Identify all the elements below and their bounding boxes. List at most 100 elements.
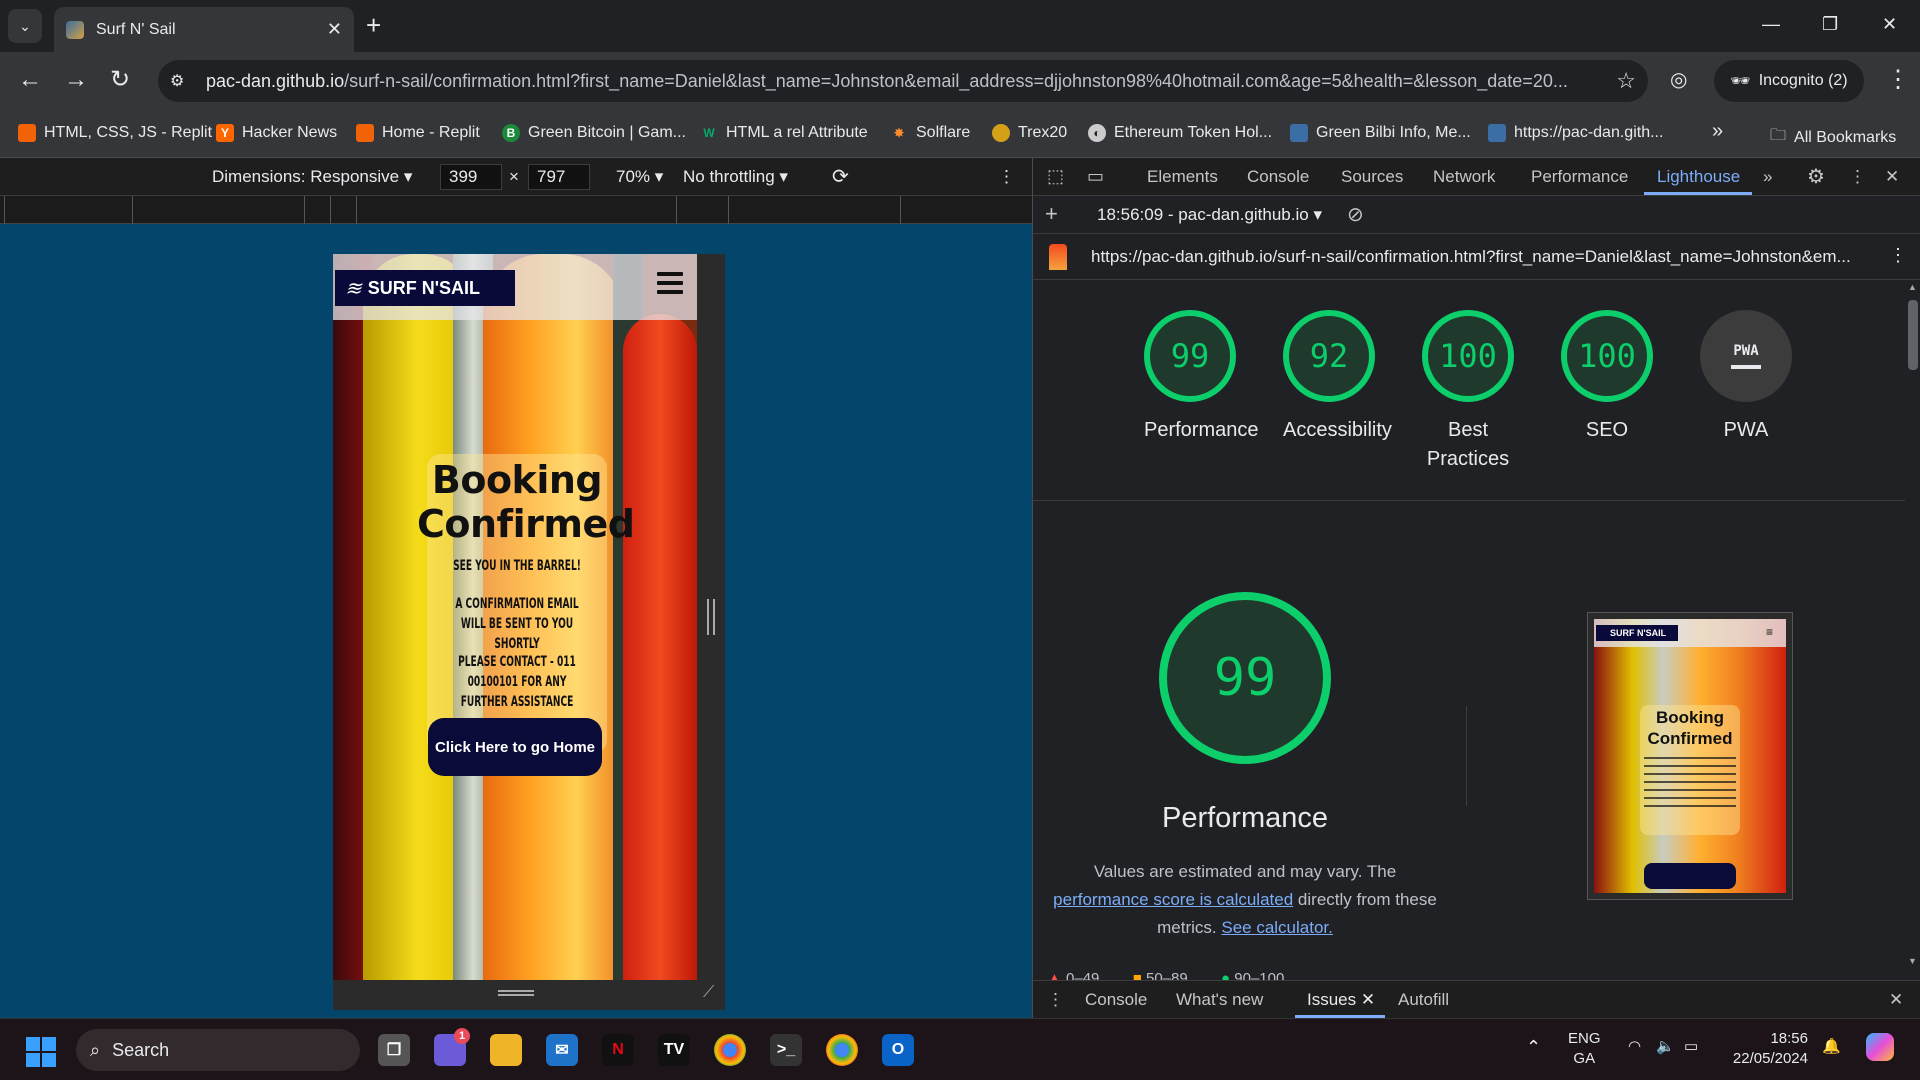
restore-icon[interactable]: ❐: [1822, 14, 1838, 35]
settings-gear-icon[interactable]: ⚙: [1807, 164, 1825, 189]
menu-kebab-icon[interactable]: ⋮: [1886, 66, 1910, 94]
more-tabs-icon[interactable]: »: [1763, 167, 1772, 187]
report-scrollbar[interactable]: ▲ ▼: [1905, 280, 1920, 970]
site-logo[interactable]: ≋ SURF N'SAIL: [335, 270, 515, 306]
width-input[interactable]: 399: [440, 164, 502, 190]
dimensions-select[interactable]: Dimensions: Responsive ▾: [212, 167, 412, 187]
bookmark-item[interactable]: W HTML a rel Attribute: [700, 124, 867, 142]
ruler-segment[interactable]: [900, 196, 901, 224]
score-gauge-best-practices[interactable]: 100 Best Practices: [1422, 310, 1514, 474]
taskbar-search[interactable]: ⌕ Search: [76, 1029, 360, 1071]
tab-console[interactable]: Console: [1247, 167, 1309, 187]
new-tab-button[interactable]: +: [366, 12, 381, 38]
ruler-segment[interactable]: [132, 196, 133, 224]
bookmark-star-icon[interactable]: ☆: [1616, 68, 1636, 94]
score-gauge-seo[interactable]: 100 SEO: [1561, 310, 1653, 445]
bookmark-item[interactable]: ✸ Solflare: [890, 124, 970, 142]
clock[interactable]: 18:56 22/05/2024: [1720, 1029, 1808, 1069]
tab-sources[interactable]: Sources: [1341, 167, 1403, 187]
bookmark-item[interactable]: https://pac-dan.gith...: [1488, 124, 1663, 142]
file-explorer-icon[interactable]: [490, 1034, 522, 1066]
copilot-icon[interactable]: [1866, 1033, 1894, 1067]
scroll-down-icon[interactable]: ▼: [1908, 956, 1917, 966]
tab-search-button[interactable]: ⌄: [8, 9, 42, 43]
tab-performance[interactable]: Performance: [1531, 167, 1628, 187]
scrollbar-thumb[interactable]: [1908, 300, 1918, 370]
score-calculated-link[interactable]: performance score is calculated: [1053, 890, 1293, 909]
mail-icon[interactable]: ✉: [546, 1034, 578, 1066]
incognito-button[interactable]: 🕶 Incognito (2): [1714, 60, 1864, 102]
close-icon[interactable]: ✕: [327, 19, 342, 40]
resize-corner-icon[interactable]: ⟋: [703, 984, 714, 1002]
see-calculator-link[interactable]: See calculator.: [1221, 918, 1333, 937]
drawer-tab-autofill[interactable]: Autofill: [1398, 990, 1449, 1010]
browser-tab[interactable]: Surf N' Sail ✕: [54, 7, 354, 52]
bookmark-item[interactable]: HTML, CSS, JS - Replit: [18, 124, 212, 142]
ruler-segment[interactable]: [330, 196, 331, 224]
throttling-select[interactable]: No throttling ▾: [683, 167, 788, 187]
score-gauge-accessibility[interactable]: 92 Accessibility: [1283, 310, 1392, 445]
bookmark-item[interactable]: Green Bilbi Info, Me...: [1290, 124, 1471, 142]
extension-icon[interactable]: ◎: [1670, 66, 1687, 94]
site-info-icon[interactable]: ⚙: [170, 71, 192, 91]
task-view-icon[interactable]: ❐: [378, 1034, 410, 1066]
address-url[interactable]: pac-dan.github.io/surf-n-sail/confirmati…: [206, 71, 1608, 92]
battery-icon[interactable]: ▭: [1684, 1037, 1698, 1057]
resize-handle-right[interactable]: [697, 254, 725, 980]
report-menu-icon[interactable]: ⋮: [1889, 245, 1907, 266]
all-bookmarks-button[interactable]: 🗀 All Bookmarks: [1770, 124, 1896, 151]
teams-icon[interactable]: 1: [434, 1028, 470, 1066]
minimize-icon[interactable]: —: [1762, 14, 1780, 35]
devtools-menu-icon[interactable]: ⋮: [1849, 167, 1866, 187]
back-arrow-icon[interactable]: ←: [18, 66, 42, 94]
score-gauge-performance[interactable]: 99 Performance: [1144, 310, 1259, 445]
height-input[interactable]: 797: [528, 164, 590, 190]
go-home-button[interactable]: Click Here to go Home: [428, 718, 602, 776]
ruler-segment[interactable]: [356, 196, 357, 224]
bookmark-item[interactable]: ◐ Ethereum Token Hol...: [1088, 124, 1272, 142]
chrome-incognito-icon[interactable]: [826, 1034, 858, 1066]
hamburger-menu-icon[interactable]: [657, 272, 683, 294]
netflix-icon[interactable]: N: [602, 1034, 634, 1066]
bookmark-item[interactable]: B Green Bitcoin | Gam...: [502, 124, 686, 142]
terminal-icon[interactable]: >_: [770, 1034, 802, 1066]
reload-icon[interactable]: ↻: [110, 66, 130, 94]
tradingview-icon[interactable]: TV: [658, 1034, 690, 1066]
bookmark-item[interactable]: Trex20: [992, 124, 1067, 142]
scroll-up-icon[interactable]: ▲: [1908, 282, 1917, 292]
window-close-icon[interactable]: ✕: [1882, 14, 1897, 35]
ruler-segment[interactable]: [676, 196, 677, 224]
notification-bell-icon[interactable]: 🔔: [1822, 1037, 1841, 1057]
new-report-icon[interactable]: +: [1045, 201, 1058, 227]
tab-elements[interactable]: Elements: [1147, 167, 1218, 187]
close-icon[interactable]: ✕: [1361, 990, 1375, 1009]
wifi-icon[interactable]: ◠: [1628, 1037, 1641, 1057]
ruler-segment[interactable]: [728, 196, 729, 224]
drawer-menu-icon[interactable]: ⋮: [1047, 990, 1064, 1010]
report-select[interactable]: 18:56:09 - pac-dan.github.io ▾: [1097, 205, 1322, 225]
chevron-up-icon[interactable]: ⌃: [1526, 1037, 1541, 1057]
bookmark-item[interactable]: Home - Replit: [356, 124, 480, 142]
volume-icon[interactable]: 🔈: [1656, 1037, 1675, 1057]
close-drawer-icon[interactable]: ✕: [1889, 990, 1903, 1010]
clear-icon[interactable]: ⊘: [1347, 202, 1364, 227]
zoom-select[interactable]: 70% ▾: [616, 167, 663, 187]
chrome-icon[interactable]: [714, 1034, 746, 1066]
drawer-tab-whats-new[interactable]: What's new: [1176, 990, 1263, 1010]
more-bookmarks-icon[interactable]: »: [1712, 120, 1723, 143]
media-query-ruler[interactable]: [0, 196, 1032, 224]
forward-arrow-icon[interactable]: →: [64, 66, 88, 94]
close-devtools-icon[interactable]: ✕: [1885, 167, 1899, 187]
resize-handle-bottom[interactable]: ⟋: [333, 980, 725, 1010]
ruler-segment[interactable]: [4, 196, 5, 224]
bookmark-item[interactable]: Y Hacker News: [216, 124, 337, 142]
more-options-icon[interactable]: ⋮: [998, 167, 1015, 187]
windows-start-icon[interactable]: [26, 1037, 56, 1067]
drawer-tab-console[interactable]: Console: [1085, 990, 1147, 1010]
device-toggle-icon[interactable]: ▭: [1087, 166, 1104, 187]
inspect-element-icon[interactable]: ⬚: [1047, 166, 1064, 187]
tab-lighthouse[interactable]: Lighthouse: [1657, 167, 1740, 187]
tab-network[interactable]: Network: [1433, 167, 1495, 187]
language-indicator[interactable]: ENG GA: [1568, 1029, 1601, 1069]
score-gauge-pwa[interactable]: PWA PWA: [1700, 310, 1792, 445]
